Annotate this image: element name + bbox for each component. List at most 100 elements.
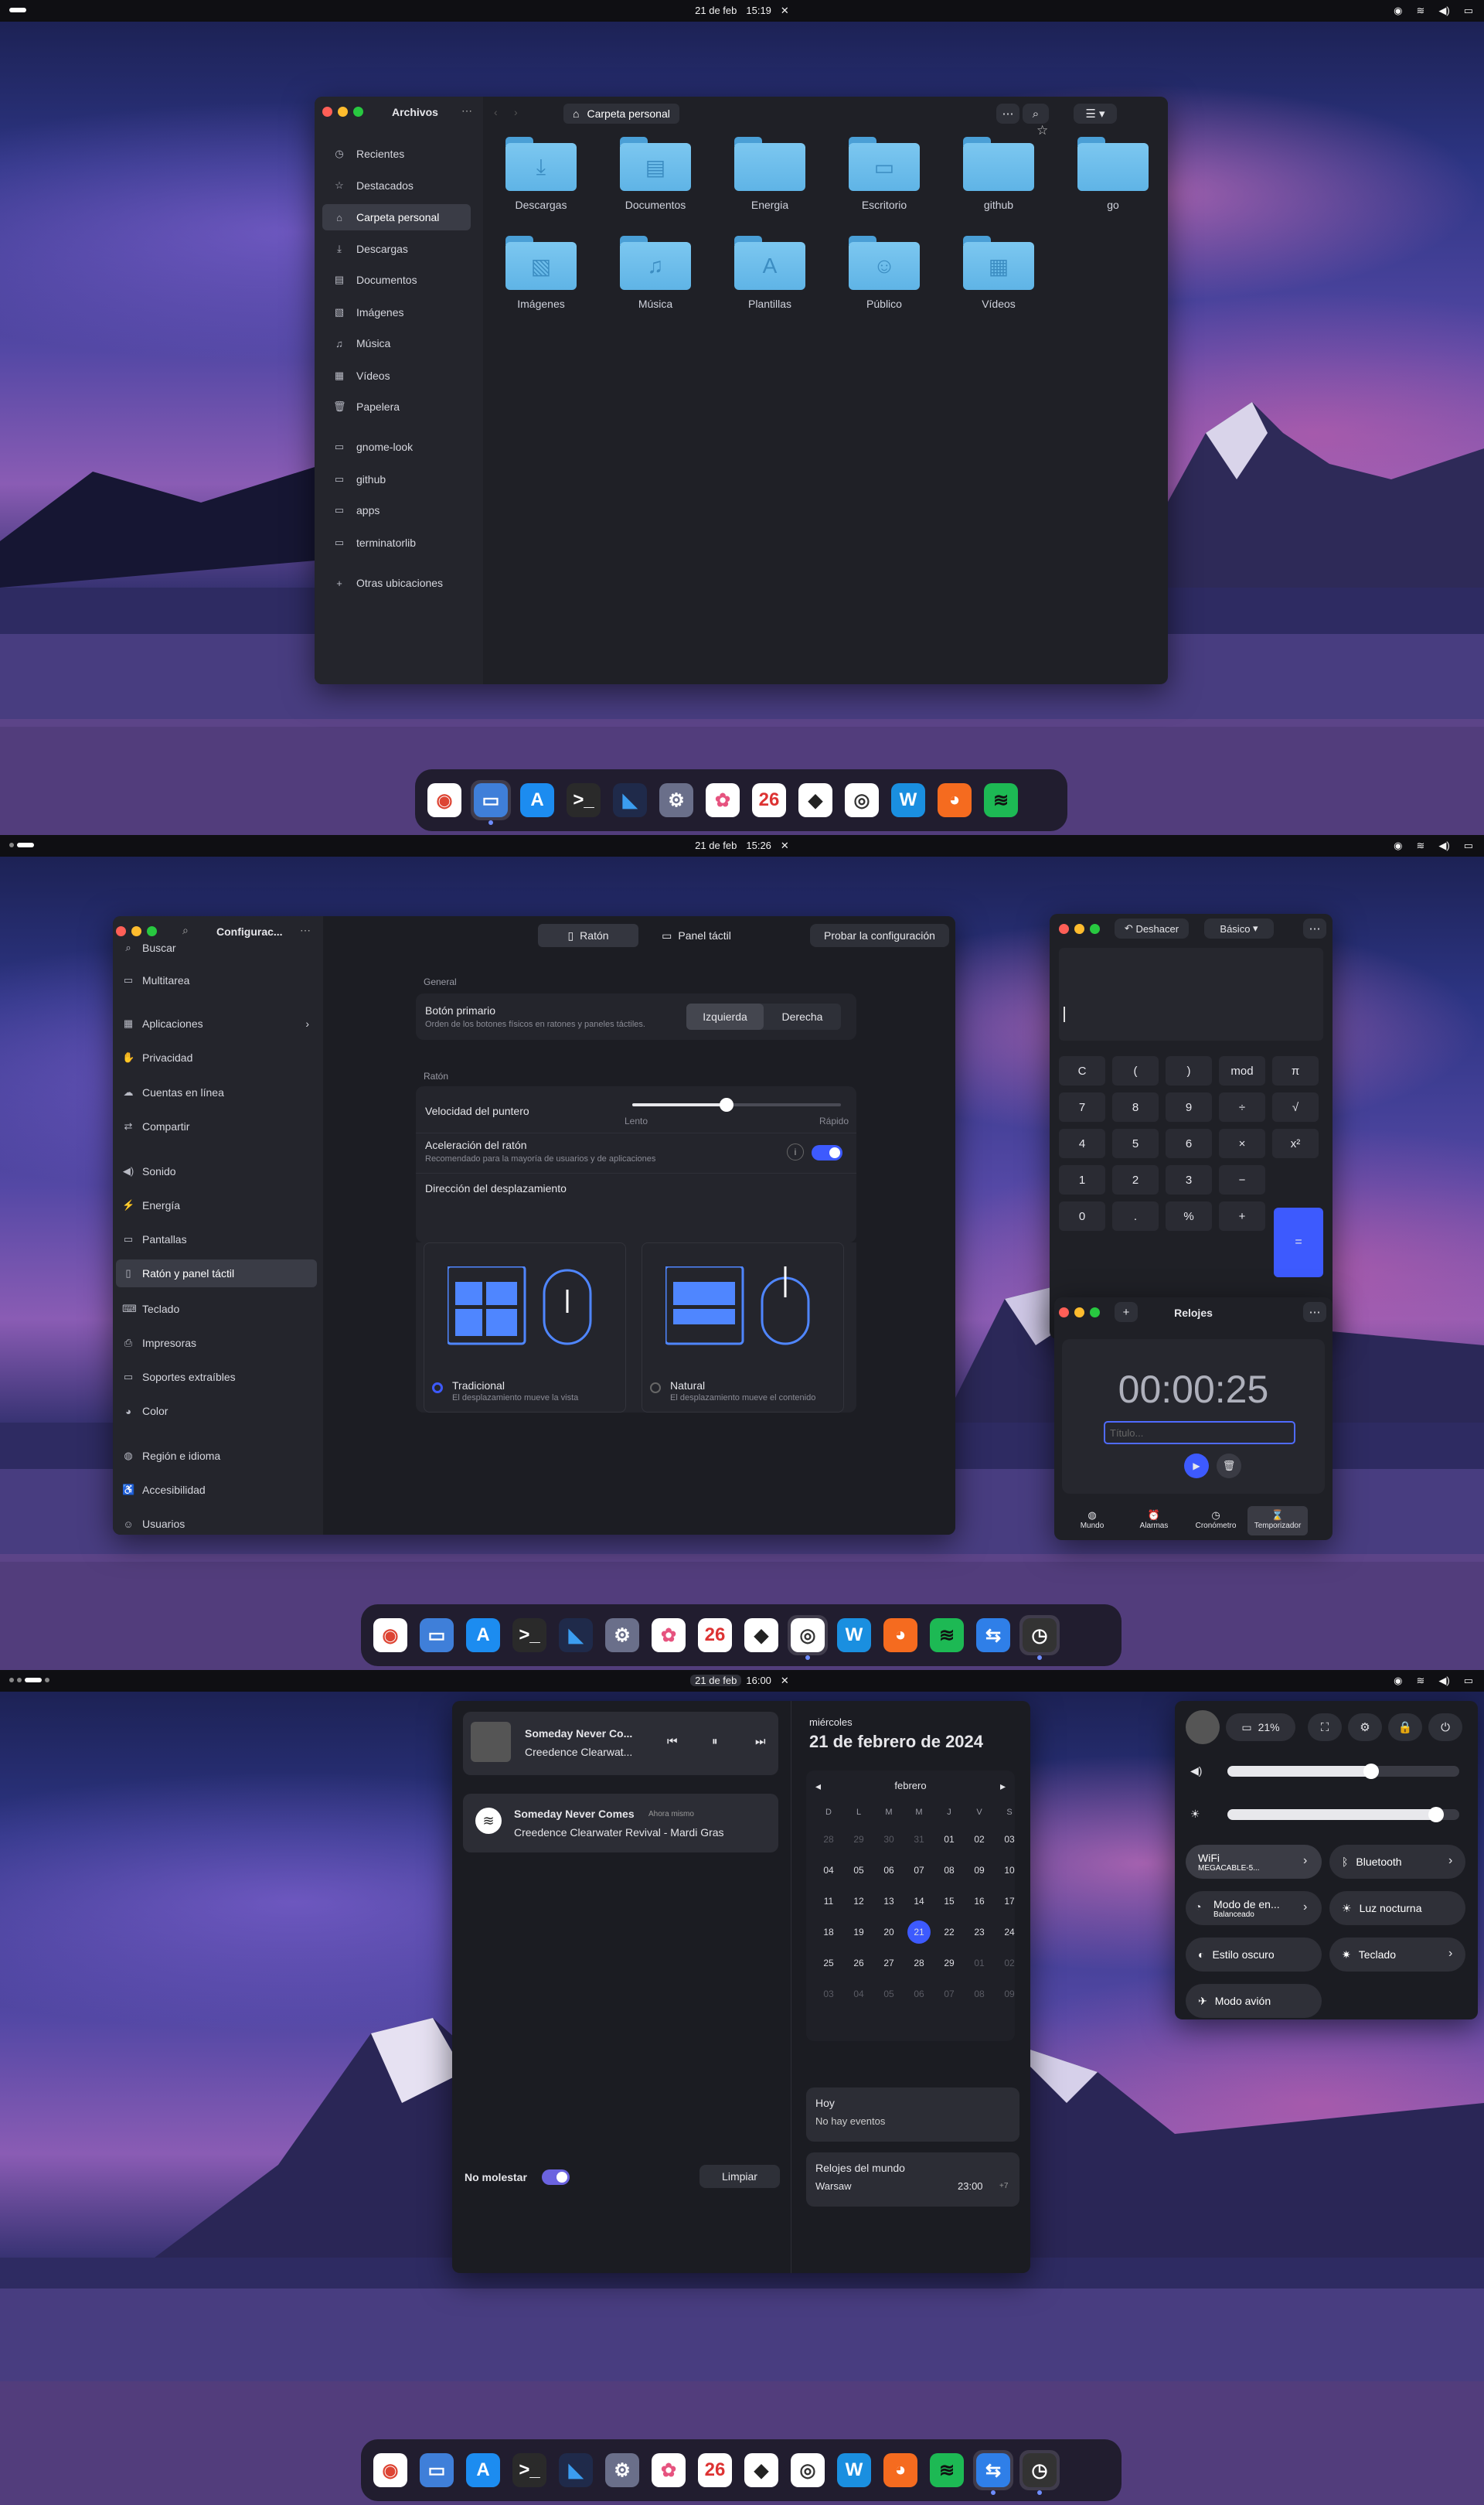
folder-música[interactable]: ♫ Música [613,236,698,310]
path-bar[interactable]: ⌂ Carpeta personal [563,104,679,124]
calc-key[interactable]: 3 [1166,1165,1212,1195]
calendar-day[interactable]: 31 [907,1834,931,1845]
calendar-day[interactable]: 04 [847,1989,870,1999]
next-month-icon[interactable]: ▸ [1000,1780,1006,1793]
menu-button[interactable]: ⋯ [1303,1302,1326,1322]
calendar-day[interactable]: 08 [968,1989,991,1999]
sidebar-item-terminatorlib[interactable]: ▭ terminatorlib [322,530,471,556]
minimize-button[interactable] [1074,924,1084,934]
screenshot-icon[interactable]: ⛶ [1308,1713,1342,1741]
calendar-day[interactable]: 21 [907,1920,931,1944]
dnd-toggle[interactable] [542,2169,570,2185]
calendar-day[interactable]: 07 [938,1989,961,1999]
undo-button[interactable]: ↶ Deshacer [1115,918,1189,939]
calc-key[interactable]: ÷ [1219,1092,1265,1122]
sidebar-item-otras-ubicaciones[interactable]: + Otras ubicaciones [322,570,471,596]
calculator-display[interactable] [1059,948,1323,1041]
calc-key[interactable]: π [1272,1056,1319,1086]
sidebar-item-search[interactable]: ⌕ Buscar [116,934,317,962]
sidebar-item-destacados[interactable]: ☆ Destacados [322,172,471,199]
volume-slider[interactable] [1227,1764,1459,1779]
next-icon[interactable]: ⏭ [755,1735,766,1748]
dock-app-store[interactable]: A [517,780,557,820]
calendar-day[interactable]: 28 [907,1958,931,1968]
search-button[interactable]: ⌕ [1023,104,1049,124]
system-tray[interactable]: ◉ ≋ ◀) ▭ [1394,5,1473,17]
dock-spotify[interactable]: ≋ [981,780,1021,820]
menu-icon[interactable]: ⋯ [461,104,472,118]
folder-vídeos[interactable]: ▦ Vídeos [956,236,1041,310]
calendar-day[interactable]: 11 [817,1896,840,1907]
dock-calendar[interactable]: 26 [695,1615,735,1655]
calendar-day[interactable]: 12 [847,1896,870,1907]
sidebar-item-printers[interactable]: ⎙ Impresoras [116,1329,317,1357]
calc-key[interactable]: √ [1272,1092,1319,1122]
calendar-day[interactable]: 07 [907,1865,931,1876]
path-menu-button[interactable]: ⋯ [996,104,1019,124]
dock-firefox[interactable]: ◕ [880,2450,921,2490]
equals-button[interactable]: = [1274,1208,1323,1277]
chevron-right-icon[interactable]: › [1303,1900,1307,1914]
sidebar-item-imágenes[interactable]: ▧ Imágenes [322,299,471,325]
calendar-day[interactable]: 09 [998,1989,1021,1999]
calc-key[interactable]: 9 [1166,1092,1212,1122]
calc-key[interactable]: × [1219,1129,1265,1158]
sidebar-item-recientes[interactable]: ◷ Recientes [322,141,471,167]
info-icon[interactable]: i [787,1143,804,1160]
pointer-speed-slider[interactable] [632,1098,841,1112]
sidebar-item-users[interactable]: ☺ Usuarios [116,1510,317,1535]
settings-icon[interactable]: ⚙ [1348,1713,1382,1741]
sidebar-item-apps[interactable]: ▭ apps [322,497,471,523]
sidebar-item-privacy[interactable]: ✋ Privacidad [116,1044,317,1072]
left-option[interactable]: Izquierda [686,1004,764,1030]
power-mode-toggle[interactable]: Modo de en... Balanceado [1186,1891,1322,1925]
calendar-day[interactable]: 06 [877,1865,900,1876]
folder-imágenes[interactable]: ▧ Imágenes [499,236,584,310]
night-light-toggle[interactable]: ☀ Luz nocturna [1329,1891,1465,1925]
dock-spotify[interactable]: ≋ [927,2450,967,2490]
dock-photos[interactable]: ✿ [703,780,743,820]
calendar-day[interactable]: 18 [817,1927,840,1938]
sidebar-item-power[interactable]: ⚡ Energía [116,1191,317,1219]
back-icon[interactable]: ‹ [494,106,498,118]
folder-energia[interactable]: Energia [727,137,812,211]
calendar-day[interactable]: 17 [998,1896,1021,1907]
world-clocks-card[interactable]: Relojes del mundo Warsaw 23:00 +7 [806,2152,1019,2207]
calc-key[interactable]: x² [1272,1129,1319,1158]
close-button[interactable] [322,107,332,117]
minimize-button[interactable] [338,107,348,117]
calendar-day[interactable]: 28 [817,1834,840,1845]
play-button[interactable]: ▶ [1184,1454,1209,1478]
folder-público[interactable]: ☺ Público [842,236,927,310]
calendar-day[interactable]: 19 [847,1927,870,1938]
folder-descargas[interactable]: ⤓ Descargas [499,137,584,211]
chevron-right-icon[interactable]: › [1448,1947,1452,1961]
tab-cronómetro[interactable]: ◷ Cronómetro [1186,1506,1246,1535]
chevron-right-icon[interactable]: › [1303,1854,1307,1868]
calendar-day[interactable]: 15 [938,1896,961,1907]
menu-button[interactable]: ⋯ [1303,918,1326,939]
dock-files[interactable]: ▭ [471,780,511,825]
calendar-day[interactable]: 05 [877,1989,900,1999]
dock-transfer[interactable]: ⇆ [973,1615,1013,1655]
calendar-day[interactable]: 04 [817,1865,840,1876]
keyboard-toggle[interactable]: ✷ Teclado [1329,1938,1465,1972]
calc-key[interactable]: 0 [1059,1201,1105,1231]
close-button[interactable] [1059,924,1069,934]
sidebar-item-sharing[interactable]: ⇄ Compartir [116,1113,317,1140]
sidebar-item-carpeta-personal[interactable]: ⌂ Carpeta personal [322,204,471,230]
sidebar-item-github[interactable]: ▭ github [322,466,471,492]
dock-inkscape[interactable]: ◆ [741,2450,781,2490]
calendar-day[interactable]: 27 [877,1958,900,1968]
tab-touchpad[interactable]: ▭ Panel táctil [646,924,747,947]
folder-github[interactable]: github [956,137,1041,211]
mode-dropdown[interactable]: Básico ▾ [1204,918,1274,939]
sidebar-item-color[interactable]: ◕ Color [116,1397,317,1425]
dock-photos[interactable]: ✿ [648,2450,689,2490]
sidebar-item-documentos[interactable]: ▤ Documentos [322,267,471,293]
avatar[interactable] [1186,1710,1220,1744]
sidebar-item-multitasking[interactable]: ▭ Multitarea [116,966,317,994]
dark-style-toggle[interactable]: ◐ Estilo oscuro [1186,1938,1322,1972]
calendar-day[interactable]: 05 [847,1865,870,1876]
dock-terminal[interactable]: >_ [509,2450,550,2490]
